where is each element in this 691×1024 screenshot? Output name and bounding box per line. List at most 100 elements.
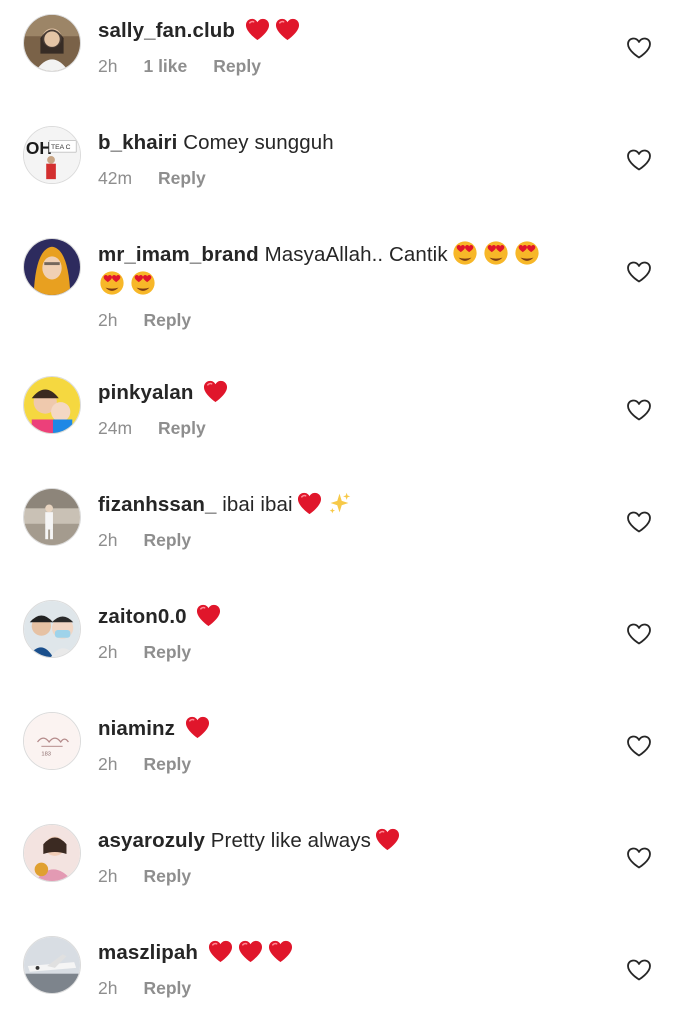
username[interactable]: pinkyalan: [98, 381, 193, 404]
comment-line: b_khairi Comey sungguh: [98, 128, 598, 158]
comment-body: pinkyalan 24m Reply: [98, 378, 598, 440]
comment-line: asyarozuly Pretty like always: [98, 826, 598, 856]
avatar[interactable]: [23, 824, 81, 882]
red-heart-emoji: [237, 939, 264, 964]
emoji-group: [192, 604, 222, 628]
heart-outline-icon[interactable]: [626, 260, 652, 284]
comment-time: 2h: [98, 642, 118, 662]
username[interactable]: maszlipah: [98, 941, 198, 964]
username[interactable]: niaminz: [98, 717, 175, 740]
avatar[interactable]: 183: [23, 712, 81, 770]
red-heart-emoji: [184, 715, 211, 740]
comment-line: fizanhssan_ ibai ibai: [98, 490, 598, 520]
comment-time: 42m: [98, 168, 133, 188]
comment-body: sally_fan.club 2h 1 like Reply: [98, 16, 598, 78]
like-count[interactable]: 1 like: [143, 54, 187, 78]
heart-outline-icon[interactable]: [626, 734, 652, 758]
comment-text: ibai ibai: [222, 493, 293, 516]
red-heart-emoji: [202, 379, 229, 404]
comment-time: 2h: [98, 56, 118, 76]
username[interactable]: b_khairi: [98, 131, 177, 154]
comment-meta: 24m Reply: [98, 416, 598, 440]
comment-line-2: [98, 270, 598, 300]
avatar[interactable]: [23, 600, 81, 658]
red-heart-emoji: [374, 827, 401, 852]
comment-time: 2h: [98, 866, 118, 886]
heart-outline-icon[interactable]: [626, 846, 652, 870]
comment-meta: 2h Reply: [98, 864, 598, 888]
red-heart-emoji: [207, 939, 234, 964]
heart-eyes-emoji: [129, 270, 157, 296]
comment-body: b_khairi Comey sungguh 42m Reply: [98, 128, 598, 190]
emoji-group: [95, 270, 157, 296]
comment-list: sally_fan.club 2h 1 like Reply OH TEA C b_k…: [0, 0, 691, 1024]
reply-button[interactable]: Reply: [143, 752, 191, 776]
avatar[interactable]: [23, 488, 81, 546]
emoji-group: [293, 491, 353, 516]
heart-eyes-emoji: [482, 240, 510, 266]
comment-meta: 42m Reply: [98, 166, 598, 190]
comment-meta: 2h 1 like Reply: [98, 54, 598, 78]
comment-line: niaminz: [98, 714, 598, 744]
heart-outline-icon[interactable]: [626, 148, 652, 172]
heart-outline-icon[interactable]: [626, 622, 652, 646]
emoji-group: [199, 379, 229, 404]
username[interactable]: zaiton0.0: [98, 605, 187, 628]
emoji-group: [241, 17, 301, 42]
heart-eyes-emoji: [98, 270, 126, 296]
heart-eyes-emoji: [513, 240, 541, 266]
svg-text:TEA C: TEA C: [51, 144, 71, 151]
comment-body: niaminz 2h Reply: [98, 714, 598, 776]
heart-outline-icon[interactable]: [626, 958, 652, 982]
comment-line: pinkyalan: [98, 378, 598, 408]
reply-button[interactable]: Reply: [213, 54, 261, 78]
comment-line: maszlipah: [98, 938, 598, 968]
comment-body: fizanhssan_ ibai ibai 2h Reply: [98, 490, 598, 552]
svg-text:OH: OH: [26, 138, 52, 158]
heart-outline-icon[interactable]: [626, 36, 652, 60]
comment-meta: 2h Reply: [98, 528, 598, 552]
emoji-group: [204, 939, 294, 964]
red-heart-emoji: [244, 17, 271, 42]
comment-text: MasyaAllah.. Cantik: [264, 243, 448, 266]
heart-eyes-emoji: [451, 240, 479, 266]
reply-button[interactable]: Reply: [143, 976, 191, 1000]
heart-outline-icon[interactable]: [626, 398, 652, 422]
comment-meta: 2h Reply: [98, 640, 598, 664]
comment-body: asyarozuly Pretty like always 2h Reply: [98, 826, 598, 888]
comment-time: 2h: [98, 978, 118, 998]
comment-time: 2h: [98, 530, 118, 550]
emoji-group: [371, 827, 401, 852]
red-heart-emoji: [267, 939, 294, 964]
comment-time: 2h: [98, 310, 118, 330]
reply-button[interactable]: Reply: [143, 528, 191, 552]
heart-outline-icon[interactable]: [626, 510, 652, 534]
red-heart-emoji: [296, 491, 323, 516]
avatar[interactable]: [23, 936, 81, 994]
reply-button[interactable]: Reply: [143, 640, 191, 664]
avatar[interactable]: OH TEA C: [23, 126, 81, 184]
comment-line: sally_fan.club: [98, 16, 598, 46]
svg-text:183: 183: [41, 751, 51, 757]
username[interactable]: fizanhssan_: [98, 493, 216, 516]
username[interactable]: asyarozuly: [98, 829, 205, 852]
reply-button[interactable]: Reply: [143, 864, 191, 888]
avatar[interactable]: [23, 14, 81, 72]
username[interactable]: sally_fan.club: [98, 19, 235, 42]
reply-button[interactable]: Reply: [143, 308, 191, 332]
reply-button[interactable]: Reply: [158, 416, 206, 440]
comment-text: Pretty like always: [210, 829, 371, 852]
comment-body: maszlipah 2h Reply: [98, 938, 598, 1000]
avatar[interactable]: [23, 238, 81, 296]
emoji-group: [448, 240, 541, 266]
comment-time: 2h: [98, 754, 118, 774]
red-heart-emoji: [274, 17, 301, 42]
comment-body: mr_imam_brand MasyaAllah.. Cantik 2h Repl…: [98, 240, 598, 332]
avatar[interactable]: [23, 376, 81, 434]
username[interactable]: mr_imam_brand: [98, 243, 259, 266]
reply-button[interactable]: Reply: [158, 166, 206, 190]
comment-meta: 2h Reply: [98, 752, 598, 776]
comment-time: 24m: [98, 418, 133, 438]
comment-meta: 2h Reply: [98, 976, 598, 1000]
comment-meta: 2h Reply: [98, 308, 598, 332]
